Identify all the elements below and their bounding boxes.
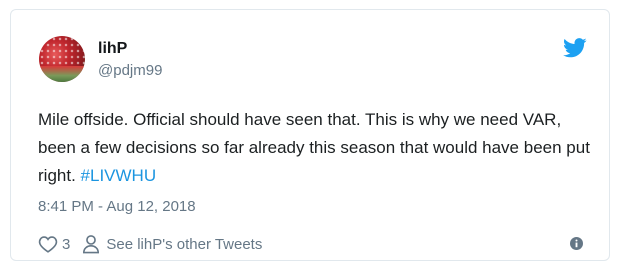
see-other-tweets-link[interactable]: See lihP's other Tweets	[82, 234, 262, 254]
twitter-bird-icon[interactable]	[563, 38, 587, 58]
tweet-actions: 3 See lihP's other Tweets	[38, 234, 262, 254]
person-icon	[83, 235, 100, 254]
heart-icon	[38, 236, 58, 253]
like-count: 3	[62, 235, 71, 253]
tweet-timestamp[interactable]: 8:41 PM - Aug 12, 2018	[38, 198, 196, 215]
see-other-tweets-label: See lihP's other Tweets	[106, 235, 263, 253]
author-handle[interactable]: @pdjm99	[98, 62, 162, 79]
avatar-crowd	[39, 66, 85, 82]
like-button[interactable]: 3	[38, 235, 70, 253]
tweet-text: Mile offside. Official should have seen …	[38, 106, 598, 190]
info-icon[interactable]	[570, 237, 583, 250]
tweet-card: lihP @pdjm99 Mile offside. Official shou…	[10, 9, 610, 261]
author-name[interactable]: lihP	[98, 40, 127, 58]
avatar[interactable]	[39, 36, 85, 82]
hashtag-link[interactable]: #LIVWHU	[81, 166, 157, 185]
